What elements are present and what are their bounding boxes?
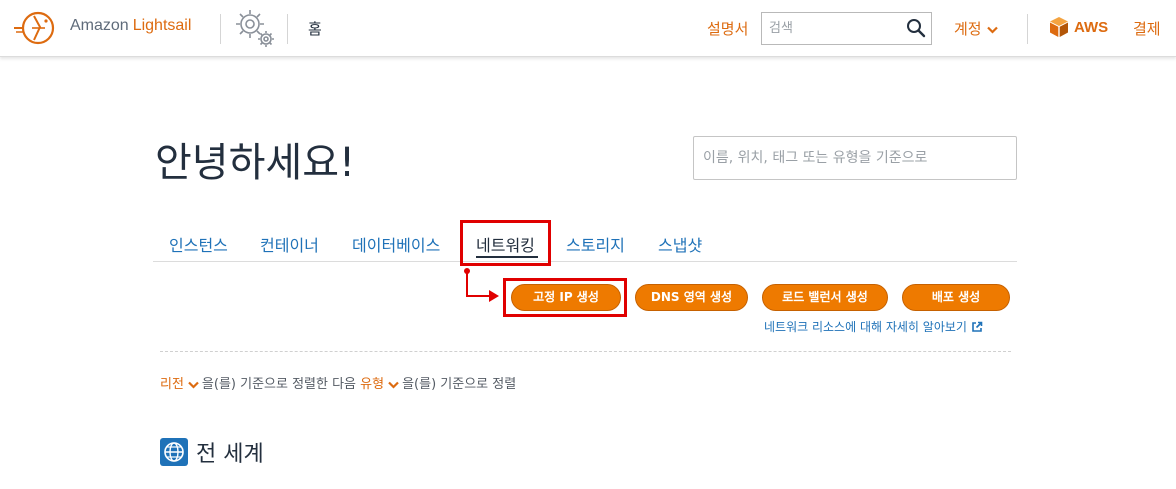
resource-filter-input[interactable] [694, 137, 1016, 179]
divider [287, 14, 288, 44]
aws-console-link[interactable]: AWS [1047, 15, 1108, 43]
tab-databases[interactable]: 데이터베이스 [352, 232, 440, 256]
annotation-highlight-button [503, 278, 627, 317]
lightsail-logo-icon[interactable] [12, 8, 62, 48]
learn-more-link[interactable]: 네트워크 리소스에 대해 자세히 알아보기 [764, 318, 983, 335]
sort-controls: 리전 을(를) 기준으로 정렬한 다음 유형 을(를) 기준으로 정렬 [160, 373, 516, 392]
globe-icon [160, 438, 188, 466]
region-heading: 전 세계 [160, 436, 264, 468]
tab-snapshots[interactable]: 스냅샷 [658, 232, 702, 256]
search-icon[interactable] [906, 18, 926, 38]
brand-name[interactable]: Amazon Lightsail [70, 17, 191, 35]
aws-cube-icon [1050, 17, 1068, 37]
region-title: 전 세계 [196, 442, 264, 467]
resource-filter [693, 136, 1017, 180]
create-load-balancer-button[interactable]: 로드 밸런서 생성 [762, 284, 888, 311]
learn-more-label: 네트워크 리소스에 대해 자세히 알아보기 [764, 320, 967, 334]
search-input[interactable] [762, 13, 902, 44]
search-box [761, 12, 932, 45]
billing-link[interactable]: 결제 [1133, 18, 1161, 39]
resource-tabs: 인스턴스 컨테이너 데이터베이스 네트워킹 스토리지 스냅샷 [153, 222, 1017, 262]
divider [1027, 14, 1028, 44]
tab-containers[interactable]: 컨테이너 [260, 232, 319, 256]
divider [220, 14, 221, 44]
brand-prefix: Amazon [70, 17, 129, 34]
sort-region-select[interactable]: 리전 [160, 377, 202, 392]
settings-gear-icon[interactable] [232, 6, 278, 50]
create-dns-zone-button[interactable]: DNS 영역 생성 [635, 284, 748, 311]
chevron-down-icon [986, 26, 998, 34]
chevron-down-icon [188, 381, 199, 389]
aws-label: AWS [1074, 18, 1109, 36]
external-link-icon [972, 321, 983, 332]
docs-link[interactable]: 설명서 [707, 18, 748, 39]
account-menu[interactable]: 계정 [954, 18, 998, 39]
sort-text-2: 을(를) 기준으로 정렬 [402, 377, 517, 392]
chevron-down-icon [388, 381, 399, 389]
sort-field-1: 리전 [160, 377, 184, 392]
create-distribution-button[interactable]: 배포 생성 [902, 284, 1010, 311]
account-label: 계정 [954, 20, 982, 38]
tab-storage[interactable]: 스토리지 [566, 232, 625, 256]
page-greeting: 안녕하세요! [155, 140, 356, 186]
sort-type-select[interactable]: 유형 [360, 377, 402, 392]
brand-lightsail: Lightsail [132, 17, 192, 34]
annotation-arrow [464, 268, 499, 302]
section-divider [160, 351, 1011, 352]
top-navigation-bar: AmazonLightsail 홈 설명서 계정 AWS 결제 [0, 0, 1176, 57]
sort-field-2: 유형 [360, 377, 385, 392]
tab-instances[interactable]: 인스턴스 [169, 232, 228, 256]
sort-text-1: 을(를) 기준으로 정렬한 다음 [201, 377, 357, 392]
home-link[interactable]: 홈 [308, 18, 322, 39]
annotation-highlight-tab [460, 220, 551, 266]
